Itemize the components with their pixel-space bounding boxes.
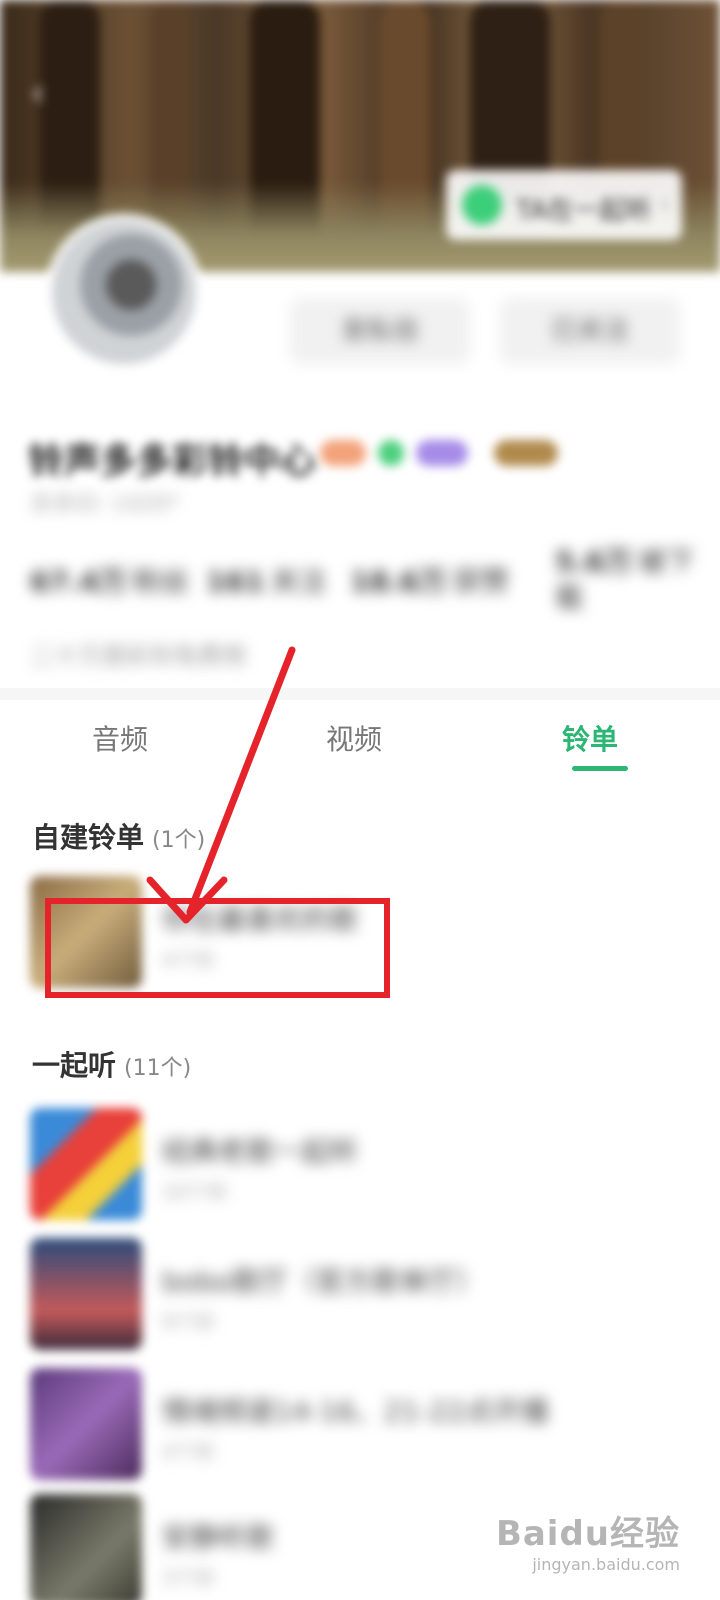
chevron-right-icon: › — [660, 190, 670, 218]
stat-likes[interactable]: 18.6万 获赞 — [350, 560, 509, 600]
listen-room-title: 情绪频道14-16、21-22点开播 — [162, 1395, 549, 1428]
listen-room-title: 经典老歌一起听 — [162, 1135, 359, 1168]
listen-room-count: 3个铃 — [162, 1566, 215, 1590]
stat-downloads[interactable]: 5.6万 被下载 — [555, 544, 695, 616]
profile-name: 铃声多多彩铃中心 — [28, 441, 317, 482]
section-count-together: (11个) — [124, 1056, 192, 1081]
verified-badge — [378, 440, 404, 466]
list-item[interactable]: 情绪频道14-16、21-22点开播 4个铃 — [30, 1368, 630, 1480]
listen-room-count: 4个铃 — [162, 1440, 215, 1464]
stat-fans[interactable]: 67.4万 粉丝 — [30, 560, 189, 600]
avatar[interactable] — [46, 214, 202, 370]
watermark-url: jingyan.baidu.com — [532, 1555, 680, 1574]
section-count-own: (1个) — [152, 828, 206, 853]
listen-together-pill[interactable]: TA在一起听 › — [446, 170, 682, 240]
listen-room-cover — [30, 1238, 142, 1350]
listen-room-cover — [30, 1368, 142, 1480]
list-item[interactable]: bobo歌厅（官方歌单厅） 9个铃 — [30, 1238, 630, 1350]
active-tab-indicator — [572, 766, 628, 771]
listen-room-title: 安静听歌 — [162, 1521, 275, 1554]
message-button[interactable]: 发私信 — [290, 298, 470, 364]
listen-room-cover — [30, 1108, 142, 1220]
watermark-brand: Baidu经验 — [495, 1514, 680, 1554]
listen-room-cover — [30, 1494, 142, 1600]
followed-button[interactable]: 已关注 — [500, 298, 680, 364]
list-item[interactable]: 经典老歌一起听 10个铃 — [30, 1108, 630, 1220]
listen-room-count: 10个铃 — [162, 1180, 228, 1204]
level-badge — [320, 440, 366, 466]
highlight-box — [45, 898, 390, 998]
stat-following[interactable]: 161 关注 — [206, 560, 326, 600]
vip-badge — [416, 440, 468, 466]
tab-audio[interactable]: 音频 — [92, 718, 148, 758]
section-divider — [0, 688, 720, 700]
listen-together-label: TA在一起听 — [516, 196, 652, 226]
baidu-watermark: Baidu经验 jingyan.baidu.com — [496, 1506, 680, 1574]
section-title-own: 自建铃单 (1个) — [32, 821, 206, 854]
section-title-together: 一起听 (11个) — [32, 1049, 192, 1082]
listen-room-count: 9个铃 — [162, 1310, 215, 1334]
user-id: 多多ID: 1420* — [30, 492, 179, 517]
listen-room-title: bobo歌厅（官方歌单厅） — [162, 1265, 484, 1298]
listen-status-icon — [462, 185, 502, 225]
profile-bio: 二十万首彩铃免费用 — [30, 642, 246, 670]
tab-ringlist[interactable]: 铃单 — [562, 718, 618, 758]
tab-video[interactable]: 视频 — [326, 718, 382, 758]
back-arrow-icon[interactable]: ‹ — [30, 70, 76, 116]
medal-badge — [494, 440, 558, 466]
